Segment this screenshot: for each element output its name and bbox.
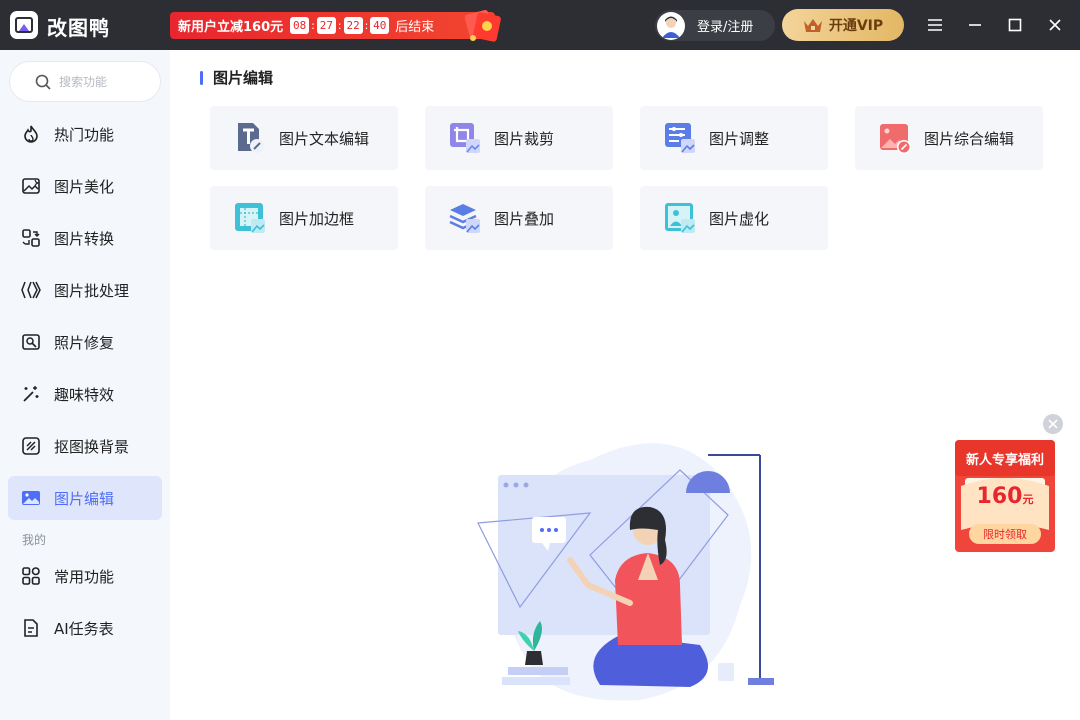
fire-icon bbox=[20, 123, 42, 145]
promo-suffix: 后结束 bbox=[395, 20, 435, 35]
close-icon bbox=[1048, 419, 1058, 429]
text-edit-icon bbox=[238, 123, 264, 153]
document-icon bbox=[20, 617, 42, 639]
empty-state-illustration bbox=[477, 443, 774, 701]
cutout-icon bbox=[20, 435, 42, 457]
main-content: 图片编辑 图片文本编辑 图片裁剪 图片调整 图片综合编辑 图片加边框 图片叠加 … bbox=[170, 50, 1080, 720]
sidebar-item-label: 图片编辑 bbox=[54, 489, 115, 508]
sidebar-item-effects[interactable]: 趣味特效 bbox=[8, 372, 162, 416]
ad-amount-value: 160 bbox=[976, 484, 1023, 509]
tool-label: 图片加边框 bbox=[279, 209, 355, 228]
crown-icon bbox=[803, 19, 822, 32]
sidebar-item-repair[interactable]: 照片修复 bbox=[8, 320, 162, 364]
ad-amount-unit: 元 bbox=[1022, 493, 1034, 506]
overlay-icon bbox=[449, 204, 480, 233]
menu-icon[interactable] bbox=[925, 15, 945, 35]
comprehensive-edit-icon bbox=[880, 124, 911, 154]
sidebar-item-image-edit[interactable]: 图片编辑 bbox=[8, 476, 162, 520]
login-label: 登录/注册 bbox=[697, 20, 754, 35]
avatar bbox=[657, 11, 685, 40]
sidebar-item-ai-tasks[interactable]: AI任务表 bbox=[8, 606, 162, 650]
crop-icon bbox=[450, 123, 480, 153]
tool-label: 图片裁剪 bbox=[494, 129, 555, 148]
red-envelope-icon bbox=[464, 10, 501, 42]
tool-card-crop[interactable]: 图片裁剪 bbox=[425, 106, 613, 170]
tool-label: 图片综合编辑 bbox=[924, 129, 1015, 148]
sidebar-item-common[interactable]: 常用功能 bbox=[8, 554, 162, 598]
sidebar-item-label: 图片转换 bbox=[54, 229, 115, 248]
sidebar-item-beautify[interactable]: 图片美化 bbox=[8, 164, 162, 208]
close-icon[interactable] bbox=[1045, 15, 1065, 35]
sidebar-item-label: 图片批处理 bbox=[54, 281, 130, 300]
promo-ad-popup[interactable]: 新人专享福利 160元 限时领取 bbox=[955, 440, 1055, 552]
countdown-minutes: 27 bbox=[316, 17, 336, 34]
countdown-seconds: 22 bbox=[343, 17, 363, 34]
photo-repair-icon bbox=[20, 331, 42, 353]
countdown-centis: 40 bbox=[370, 17, 390, 34]
ad-close-button[interactable] bbox=[1043, 414, 1063, 434]
convert-icon bbox=[20, 227, 42, 249]
sidebar-item-cutout[interactable]: 抠图换背景 bbox=[8, 424, 162, 468]
countdown-hours: 08 bbox=[290, 17, 310, 34]
tool-label: 图片调整 bbox=[709, 129, 770, 148]
title-accent-bar bbox=[200, 70, 203, 85]
sidebar-item-label: 趣味特效 bbox=[54, 385, 115, 404]
title-bar: 改图鸭 新用户立减160元 08: 27: 22: 40 后结束 登录/注册 开… bbox=[0, 0, 1080, 50]
user-avatar-icon bbox=[662, 16, 680, 38]
app-logo-icon bbox=[10, 11, 38, 39]
border-icon bbox=[235, 203, 265, 233]
tool-card-border[interactable]: 图片加边框 bbox=[210, 186, 398, 250]
grid-icon bbox=[20, 565, 42, 587]
tool-label: 图片虚化 bbox=[709, 209, 770, 228]
sidebar-item-label: 抠图换背景 bbox=[54, 437, 130, 456]
promo-banner[interactable]: 新用户立减160元 08: 27: 22: 40 后结束 bbox=[170, 10, 501, 42]
app-name: 改图鸭 bbox=[47, 16, 110, 40]
tool-card-adjust[interactable]: 图片调整 bbox=[640, 106, 828, 170]
sidebar-item-label: 热门功能 bbox=[54, 125, 115, 144]
tool-label: 图片文本编辑 bbox=[279, 129, 370, 148]
sidebar-item-label: AI任务表 bbox=[54, 619, 114, 638]
sidebar-item-batch[interactable]: 图片批处理 bbox=[8, 268, 162, 312]
batch-icon bbox=[20, 279, 42, 301]
vip-label: 开通VIP bbox=[828, 18, 884, 34]
search-box[interactable]: 搜索功能 bbox=[9, 61, 161, 102]
promo-text: 新用户立减160元 bbox=[178, 20, 284, 35]
ad-amount: 160元 bbox=[955, 484, 1055, 509]
sidebar-item-label: 照片修复 bbox=[54, 333, 115, 352]
sidebar: 搜索功能 热门功能 图片美化 图片转换 图片批处理 照片修复 趣味特效 抠图换背… bbox=[0, 50, 170, 720]
tool-card-blur[interactable]: 图片虚化 bbox=[640, 186, 828, 250]
tool-card-text-edit[interactable]: 图片文本编辑 bbox=[210, 106, 398, 170]
search-icon bbox=[35, 74, 51, 90]
image-sparkle-icon bbox=[20, 175, 42, 197]
tool-card-comprehensive-edit[interactable]: 图片综合编辑 bbox=[855, 106, 1043, 170]
mine-section-label: 我的 bbox=[22, 533, 47, 547]
ad-claim-button[interactable]: 限时领取 bbox=[969, 526, 1041, 542]
minimize-icon[interactable] bbox=[965, 15, 985, 35]
page-title: 图片编辑 bbox=[200, 67, 273, 88]
tool-label: 图片叠加 bbox=[494, 209, 555, 228]
ad-title: 新人专享福利 bbox=[965, 453, 1044, 468]
sidebar-item-convert[interactable]: 图片转换 bbox=[8, 216, 162, 260]
sidebar-item-label: 常用功能 bbox=[54, 567, 115, 586]
login-button[interactable]: 登录/注册 bbox=[655, 10, 775, 41]
magic-wand-icon bbox=[20, 383, 42, 405]
tool-card-overlay[interactable]: 图片叠加 bbox=[425, 186, 613, 250]
blur-icon bbox=[665, 203, 695, 233]
search-input[interactable]: 搜索功能 bbox=[59, 73, 107, 90]
maximize-icon[interactable] bbox=[1005, 15, 1025, 35]
sidebar-item-hot[interactable]: 热门功能 bbox=[8, 112, 162, 156]
vip-button[interactable]: 开通VIP bbox=[782, 9, 904, 41]
image-edit-icon bbox=[20, 487, 42, 509]
adjust-icon bbox=[665, 123, 695, 153]
sidebar-item-label: 图片美化 bbox=[54, 177, 115, 196]
page-title-text: 图片编辑 bbox=[213, 69, 274, 87]
